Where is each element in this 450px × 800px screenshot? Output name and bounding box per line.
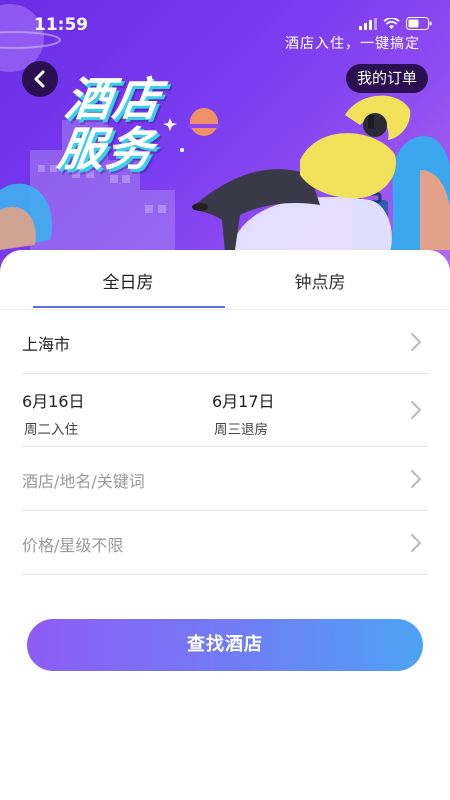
date-selector[interactable]: 6月16日 周二入住 6月17日 周三退房 — [22, 374, 428, 447]
search-hotel-button[interactable]: 查找酒店 — [27, 619, 423, 671]
price-star-filter[interactable]: 价格/星级不限 — [22, 511, 428, 575]
check-out-date: 6月17日 周三退房 — [212, 388, 275, 438]
tab-full-day[interactable]: 全日房 — [28, 268, 228, 293]
check-out-weekday: 周三退房 — [214, 422, 268, 438]
check-in-date-value: 6月16日 — [22, 392, 85, 411]
price-placeholder: 价格/星级不限 — [22, 536, 124, 555]
battery-icon — [406, 17, 432, 30]
room-type-tabs: 全日房 钟点房 — [0, 250, 450, 310]
booking-card: 全日房 钟点房 上海市 6月16日 周二入住 6月17日 周三退房 酒店/地名/… — [0, 250, 450, 800]
check-in-date: 6月16日 周二入住 — [22, 388, 85, 438]
status-time: 11:59 — [34, 15, 89, 35]
check-in-weekday: 周二入住 — [24, 422, 78, 438]
hero-banner: 11:59 酒店入住，一键搞定 我的订单 酒店服务 — [0, 0, 450, 280]
hero-title: 酒店服务 — [54, 72, 166, 176]
wifi-icon — [383, 17, 400, 29]
status-icons — [359, 17, 432, 30]
tab-hourly[interactable]: 钟点房 — [220, 268, 420, 293]
active-tab-indicator — [33, 306, 225, 308]
back-icon — [34, 70, 45, 88]
chevron-right-icon — [410, 533, 422, 553]
city-value: 上海市 — [22, 335, 71, 354]
city-selector[interactable]: 上海市 — [22, 310, 428, 374]
check-out-date-value: 6月17日 — [212, 392, 275, 411]
keyword-field[interactable]: 酒店/地名/关键词 — [22, 447, 428, 511]
chevron-right-icon — [410, 400, 422, 420]
chevron-right-icon — [410, 332, 422, 352]
back-button[interactable] — [22, 61, 58, 97]
keyword-placeholder: 酒店/地名/关键词 — [22, 472, 145, 491]
slogan-text: 酒店入住，一键搞定 — [285, 36, 420, 52]
signal-icon — [359, 17, 377, 30]
chevron-right-icon — [410, 469, 422, 489]
my-orders-button[interactable]: 我的订单 — [345, 64, 428, 93]
